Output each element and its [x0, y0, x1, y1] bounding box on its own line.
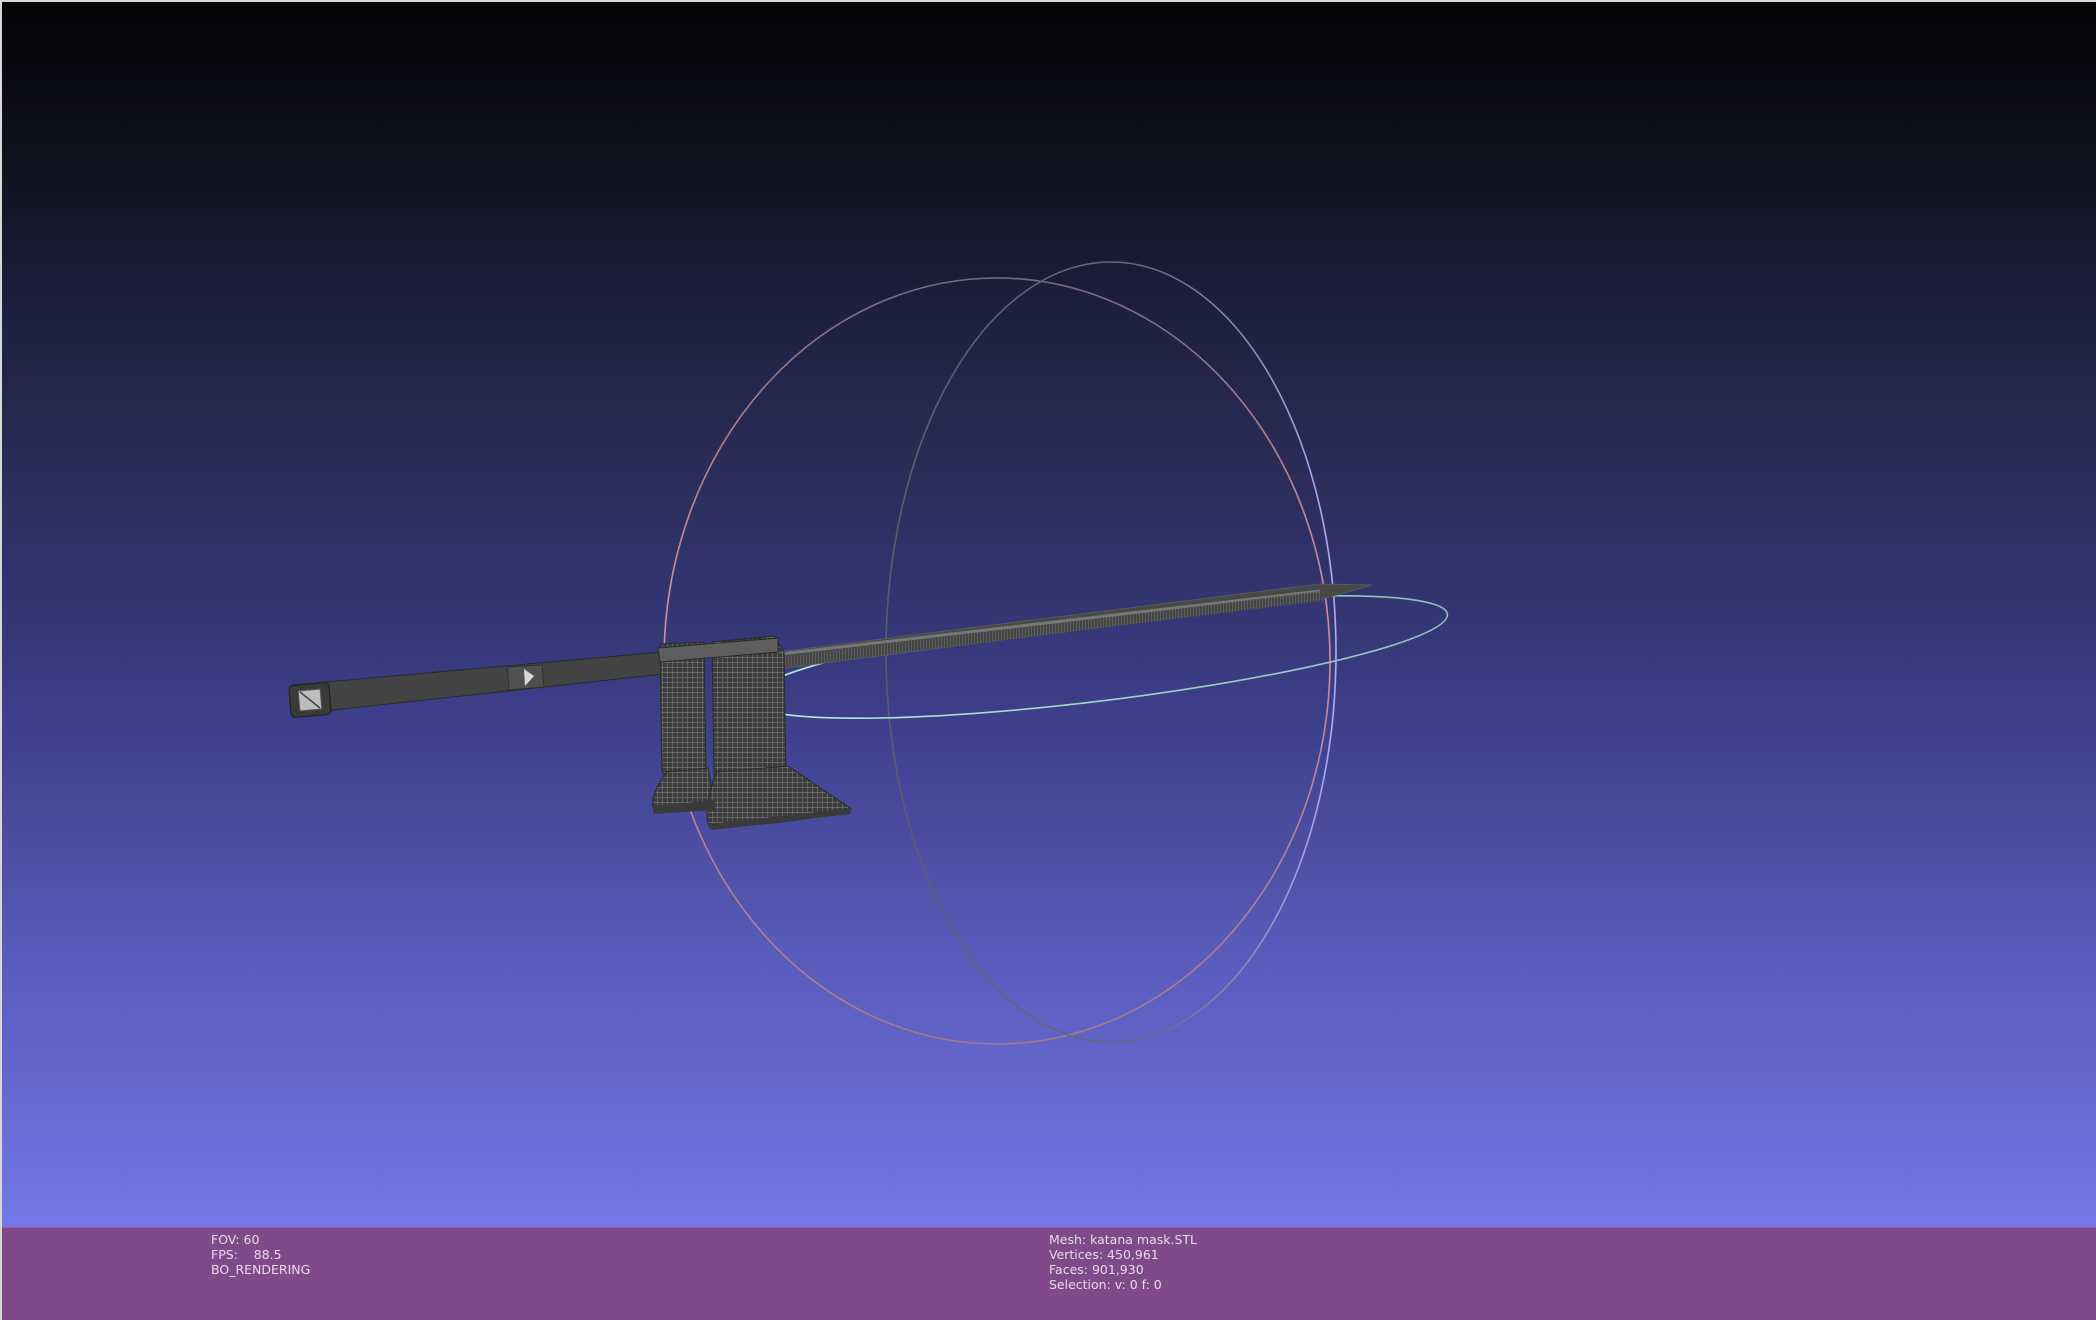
scene-canvas[interactable] [2, 2, 2096, 1320]
fps-readout: FPS: 88.5 [211, 1247, 282, 1262]
katana-guard [652, 635, 852, 830]
3d-viewport[interactable]: FOV: 60 FPS: 88.5 BO_RENDERING Mesh: kat… [0, 0, 2096, 1320]
katana-blade-edge [771, 589, 1321, 657]
vertices-readout: Vertices: 450,961 [1049, 1247, 1159, 1262]
faces-readout: Faces: 901,930 [1049, 1262, 1144, 1277]
status-info-bar: FOV: 60 FPS: 88.5 BO_RENDERING Mesh: kat… [2, 1227, 2096, 1320]
mesh-info-panel: Mesh: katana mask.STL Vertices: 450,961 … [1049, 1232, 1197, 1292]
render-info-panel: FOV: 60 FPS: 88.5 BO_RENDERING [211, 1232, 310, 1277]
fov-readout: FOV: 60 [211, 1232, 260, 1247]
katana-mesh[interactable] [288, 583, 1373, 830]
mesh-name-readout: Mesh: katana mask.STL [1049, 1232, 1197, 1247]
render-mode-readout: BO_RENDERING [211, 1262, 311, 1277]
katana-handle [291, 651, 665, 715]
trackball-ring-y[interactable] [885, 261, 1337, 1043]
selection-readout: Selection: v: 0 f: 0 [1049, 1277, 1162, 1292]
